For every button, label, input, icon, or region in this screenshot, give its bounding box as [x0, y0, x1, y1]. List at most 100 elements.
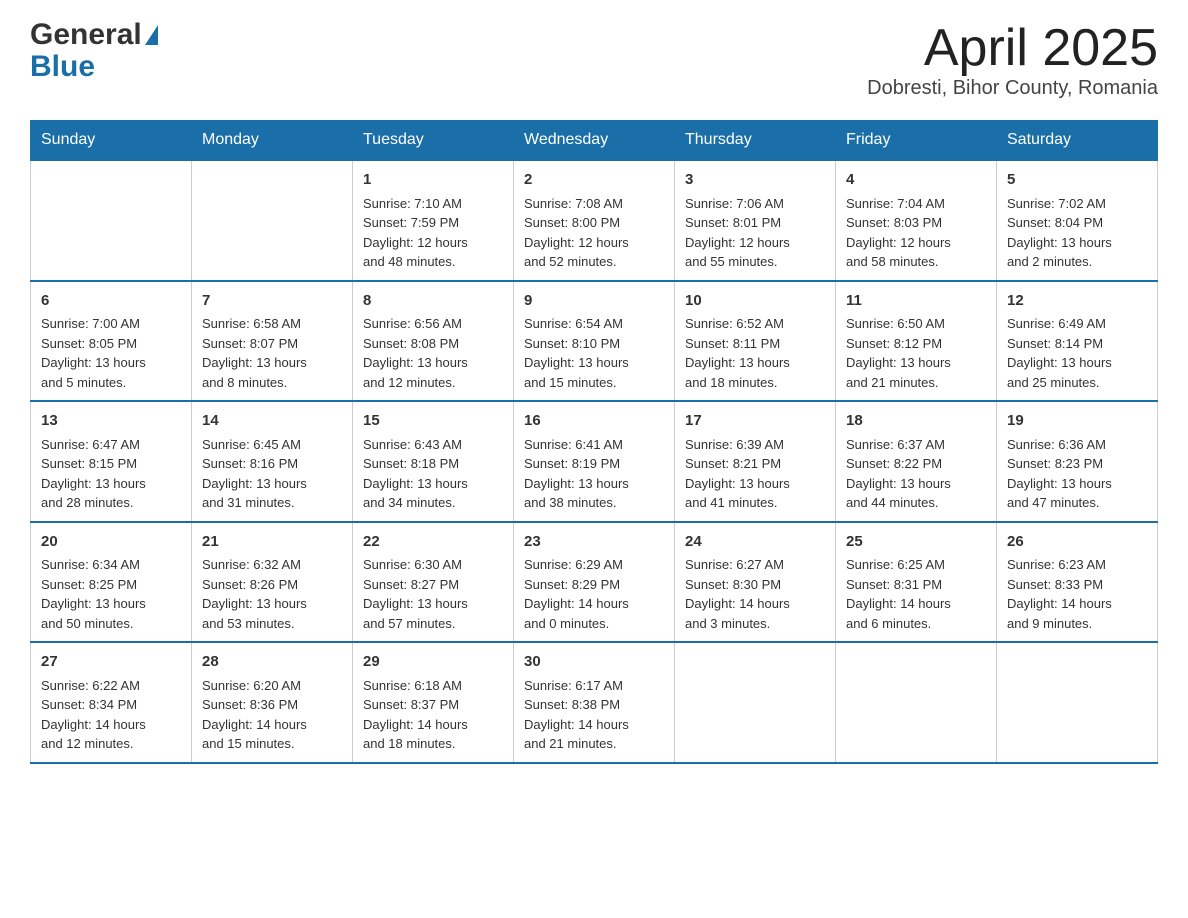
- day-detail: and 12 minutes.: [363, 373, 503, 393]
- day-number: 7: [202, 290, 342, 313]
- day-detail: Sunset: 8:38 PM: [524, 695, 664, 715]
- day-number: 12: [1007, 290, 1147, 313]
- day-detail: Sunset: 8:01 PM: [685, 213, 825, 233]
- day-detail: and 44 minutes.: [846, 493, 986, 513]
- day-detail: Sunrise: 7:06 AM: [685, 194, 825, 214]
- day-detail: and 5 minutes.: [41, 373, 181, 393]
- logo-triangle-icon: [145, 25, 158, 45]
- day-detail: and 28 minutes.: [41, 493, 181, 513]
- day-detail: Sunrise: 6:56 AM: [363, 314, 503, 334]
- day-detail: Sunrise: 6:43 AM: [363, 435, 503, 455]
- day-detail: Daylight: 13 hours: [685, 353, 825, 373]
- calendar-cell: 29Sunrise: 6:18 AMSunset: 8:37 PMDayligh…: [353, 642, 514, 763]
- day-detail: Sunset: 8:18 PM: [363, 454, 503, 474]
- day-detail: Sunrise: 6:36 AM: [1007, 435, 1147, 455]
- day-detail: Sunset: 8:21 PM: [685, 454, 825, 474]
- day-detail: Daylight: 13 hours: [363, 353, 503, 373]
- calendar-cell: 27Sunrise: 6:22 AMSunset: 8:34 PMDayligh…: [31, 642, 192, 763]
- day-detail: and 25 minutes.: [1007, 373, 1147, 393]
- calendar-cell: 8Sunrise: 6:56 AMSunset: 8:08 PMDaylight…: [353, 281, 514, 402]
- day-detail: Sunrise: 6:37 AM: [846, 435, 986, 455]
- day-number: 24: [685, 531, 825, 554]
- title-block: April 2025 Dobresti, Bihor County, Roman…: [867, 20, 1158, 100]
- day-detail: Sunset: 8:14 PM: [1007, 334, 1147, 354]
- calendar-cell: 14Sunrise: 6:45 AMSunset: 8:16 PMDayligh…: [192, 401, 353, 522]
- day-detail: Daylight: 12 hours: [685, 233, 825, 253]
- day-detail: and 57 minutes.: [363, 614, 503, 634]
- day-detail: Sunset: 8:00 PM: [524, 213, 664, 233]
- day-detail: Sunrise: 6:20 AM: [202, 676, 342, 696]
- day-detail: and 3 minutes.: [685, 614, 825, 634]
- calendar-week-row: 1Sunrise: 7:10 AMSunset: 7:59 PMDaylight…: [31, 160, 1158, 281]
- day-detail: Sunset: 8:19 PM: [524, 454, 664, 474]
- calendar-cell: 28Sunrise: 6:20 AMSunset: 8:36 PMDayligh…: [192, 642, 353, 763]
- day-detail: Sunset: 8:05 PM: [41, 334, 181, 354]
- day-number: 13: [41, 410, 181, 433]
- day-detail: Daylight: 13 hours: [846, 353, 986, 373]
- day-detail: and 34 minutes.: [363, 493, 503, 513]
- calendar-header-row: SundayMondayTuesdayWednesdayThursdayFrid…: [31, 121, 1158, 161]
- logo-text: General: [30, 20, 158, 50]
- calendar-week-row: 27Sunrise: 6:22 AMSunset: 8:34 PMDayligh…: [31, 642, 1158, 763]
- day-detail: Sunrise: 6:49 AM: [1007, 314, 1147, 334]
- header-friday: Friday: [836, 121, 997, 161]
- day-detail: Sunset: 8:12 PM: [846, 334, 986, 354]
- day-detail: and 21 minutes.: [846, 373, 986, 393]
- day-detail: Sunset: 8:22 PM: [846, 454, 986, 474]
- day-detail: Daylight: 13 hours: [202, 594, 342, 614]
- day-detail: Sunrise: 7:10 AM: [363, 194, 503, 214]
- day-detail: Sunrise: 7:02 AM: [1007, 194, 1147, 214]
- calendar-cell: [192, 160, 353, 281]
- day-detail: and 38 minutes.: [524, 493, 664, 513]
- day-number: 15: [363, 410, 503, 433]
- day-detail: Sunrise: 6:52 AM: [685, 314, 825, 334]
- day-detail: Sunset: 8:10 PM: [524, 334, 664, 354]
- day-detail: and 18 minutes.: [363, 734, 503, 754]
- day-detail: Sunrise: 6:22 AM: [41, 676, 181, 696]
- day-detail: Sunrise: 6:29 AM: [524, 555, 664, 575]
- day-detail: Daylight: 12 hours: [363, 233, 503, 253]
- day-detail: Sunrise: 6:34 AM: [41, 555, 181, 575]
- day-detail: Daylight: 13 hours: [41, 594, 181, 614]
- day-detail: Daylight: 14 hours: [1007, 594, 1147, 614]
- day-detail: Daylight: 14 hours: [363, 715, 503, 735]
- day-detail: Sunrise: 6:54 AM: [524, 314, 664, 334]
- day-detail: Daylight: 12 hours: [846, 233, 986, 253]
- day-detail: Sunset: 8:07 PM: [202, 334, 342, 354]
- day-number: 18: [846, 410, 986, 433]
- calendar-cell: 25Sunrise: 6:25 AMSunset: 8:31 PMDayligh…: [836, 522, 997, 643]
- calendar-cell: 1Sunrise: 7:10 AMSunset: 7:59 PMDaylight…: [353, 160, 514, 281]
- day-detail: Daylight: 14 hours: [41, 715, 181, 735]
- day-detail: Sunrise: 6:18 AM: [363, 676, 503, 696]
- calendar-cell: 4Sunrise: 7:04 AMSunset: 8:03 PMDaylight…: [836, 160, 997, 281]
- day-detail: Daylight: 13 hours: [524, 353, 664, 373]
- calendar-cell: 16Sunrise: 6:41 AMSunset: 8:19 PMDayligh…: [514, 401, 675, 522]
- header-monday: Monday: [192, 121, 353, 161]
- day-detail: and 9 minutes.: [1007, 614, 1147, 634]
- day-detail: Sunset: 8:34 PM: [41, 695, 181, 715]
- day-detail: Sunrise: 7:00 AM: [41, 314, 181, 334]
- day-detail: Daylight: 13 hours: [1007, 353, 1147, 373]
- day-detail: Daylight: 14 hours: [685, 594, 825, 614]
- day-detail: Daylight: 14 hours: [524, 715, 664, 735]
- logo-blue: Blue: [30, 50, 95, 83]
- day-detail: Sunrise: 6:32 AM: [202, 555, 342, 575]
- day-detail: Sunrise: 6:25 AM: [846, 555, 986, 575]
- calendar-cell: 30Sunrise: 6:17 AMSunset: 8:38 PMDayligh…: [514, 642, 675, 763]
- calendar-cell: 9Sunrise: 6:54 AMSunset: 8:10 PMDaylight…: [514, 281, 675, 402]
- day-number: 25: [846, 531, 986, 554]
- logo-general: General: [30, 20, 142, 50]
- calendar-cell: 5Sunrise: 7:02 AMSunset: 8:04 PMDaylight…: [997, 160, 1158, 281]
- day-number: 2: [524, 169, 664, 192]
- day-detail: and 52 minutes.: [524, 252, 664, 272]
- day-detail: Sunset: 8:37 PM: [363, 695, 503, 715]
- day-detail: and 15 minutes.: [202, 734, 342, 754]
- day-number: 4: [846, 169, 986, 192]
- day-number: 26: [1007, 531, 1147, 554]
- calendar-cell: 13Sunrise: 6:47 AMSunset: 8:15 PMDayligh…: [31, 401, 192, 522]
- day-detail: Daylight: 14 hours: [202, 715, 342, 735]
- day-detail: Daylight: 13 hours: [363, 474, 503, 494]
- day-detail: Daylight: 13 hours: [202, 474, 342, 494]
- header-tuesday: Tuesday: [353, 121, 514, 161]
- day-detail: Sunset: 8:25 PM: [41, 575, 181, 595]
